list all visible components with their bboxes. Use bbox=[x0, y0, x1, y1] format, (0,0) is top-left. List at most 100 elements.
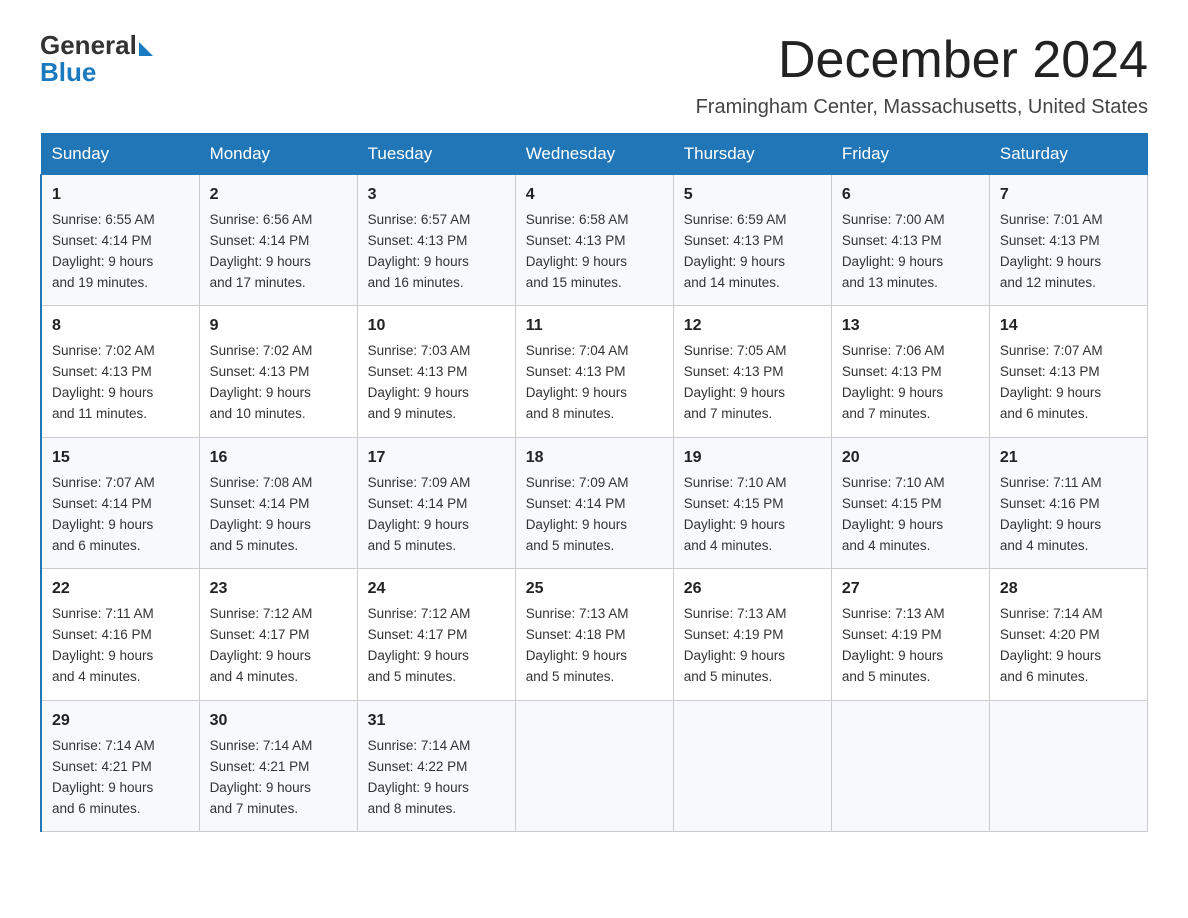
col-header-sunday: Sunday bbox=[41, 134, 199, 175]
day-info: Sunrise: 7:05 AM Sunset: 4:13 PM Dayligh… bbox=[684, 341, 821, 425]
calendar-cell bbox=[989, 700, 1147, 831]
col-header-tuesday: Tuesday bbox=[357, 134, 515, 175]
day-number: 23 bbox=[210, 577, 347, 602]
day-info: Sunrise: 7:03 AM Sunset: 4:13 PM Dayligh… bbox=[368, 341, 505, 425]
day-number: 12 bbox=[684, 314, 821, 339]
calendar-cell: 29Sunrise: 7:14 AM Sunset: 4:21 PM Dayli… bbox=[41, 700, 199, 831]
day-info: Sunrise: 7:07 AM Sunset: 4:14 PM Dayligh… bbox=[52, 473, 189, 557]
calendar-week-row: 8Sunrise: 7:02 AM Sunset: 4:13 PM Daylig… bbox=[41, 306, 1148, 437]
calendar-week-row: 29Sunrise: 7:14 AM Sunset: 4:21 PM Dayli… bbox=[41, 700, 1148, 831]
day-info: Sunrise: 7:13 AM Sunset: 4:19 PM Dayligh… bbox=[842, 604, 979, 688]
calendar-week-row: 22Sunrise: 7:11 AM Sunset: 4:16 PM Dayli… bbox=[41, 569, 1148, 700]
calendar-cell: 24Sunrise: 7:12 AM Sunset: 4:17 PM Dayli… bbox=[357, 569, 515, 700]
calendar-cell: 8Sunrise: 7:02 AM Sunset: 4:13 PM Daylig… bbox=[41, 306, 199, 437]
calendar-week-row: 1Sunrise: 6:55 AM Sunset: 4:14 PM Daylig… bbox=[41, 175, 1148, 306]
day-info: Sunrise: 6:58 AM Sunset: 4:13 PM Dayligh… bbox=[526, 210, 663, 294]
calendar-cell: 26Sunrise: 7:13 AM Sunset: 4:19 PM Dayli… bbox=[673, 569, 831, 700]
day-number: 2 bbox=[210, 183, 347, 208]
logo-triangle-icon bbox=[139, 42, 153, 56]
month-title: December 2024 bbox=[778, 30, 1148, 90]
calendar-cell: 18Sunrise: 7:09 AM Sunset: 4:14 PM Dayli… bbox=[515, 437, 673, 568]
day-number: 4 bbox=[526, 183, 663, 208]
day-info: Sunrise: 6:56 AM Sunset: 4:14 PM Dayligh… bbox=[210, 210, 347, 294]
calendar-cell: 30Sunrise: 7:14 AM Sunset: 4:21 PM Dayli… bbox=[199, 700, 357, 831]
day-info: Sunrise: 7:10 AM Sunset: 4:15 PM Dayligh… bbox=[684, 473, 821, 557]
day-info: Sunrise: 7:09 AM Sunset: 4:14 PM Dayligh… bbox=[526, 473, 663, 557]
logo: General Blue bbox=[40, 30, 153, 88]
day-number: 18 bbox=[526, 446, 663, 471]
day-info: Sunrise: 7:14 AM Sunset: 4:21 PM Dayligh… bbox=[210, 736, 347, 820]
day-number: 30 bbox=[210, 709, 347, 734]
day-info: Sunrise: 7:08 AM Sunset: 4:14 PM Dayligh… bbox=[210, 473, 347, 557]
calendar-cell: 2Sunrise: 6:56 AM Sunset: 4:14 PM Daylig… bbox=[199, 175, 357, 306]
day-info: Sunrise: 7:07 AM Sunset: 4:13 PM Dayligh… bbox=[1000, 341, 1137, 425]
calendar-cell: 25Sunrise: 7:13 AM Sunset: 4:18 PM Dayli… bbox=[515, 569, 673, 700]
day-info: Sunrise: 7:01 AM Sunset: 4:13 PM Dayligh… bbox=[1000, 210, 1137, 294]
day-info: Sunrise: 7:09 AM Sunset: 4:14 PM Dayligh… bbox=[368, 473, 505, 557]
day-info: Sunrise: 7:10 AM Sunset: 4:15 PM Dayligh… bbox=[842, 473, 979, 557]
location-subtitle: Framingham Center, Massachusetts, United… bbox=[40, 96, 1148, 119]
calendar-cell: 17Sunrise: 7:09 AM Sunset: 4:14 PM Dayli… bbox=[357, 437, 515, 568]
col-header-thursday: Thursday bbox=[673, 134, 831, 175]
calendar-cell: 10Sunrise: 7:03 AM Sunset: 4:13 PM Dayli… bbox=[357, 306, 515, 437]
calendar-cell: 7Sunrise: 7:01 AM Sunset: 4:13 PM Daylig… bbox=[989, 175, 1147, 306]
calendar-table: SundayMondayTuesdayWednesdayThursdayFrid… bbox=[40, 133, 1148, 832]
day-number: 6 bbox=[842, 183, 979, 208]
day-info: Sunrise: 7:11 AM Sunset: 4:16 PM Dayligh… bbox=[1000, 473, 1137, 557]
calendar-cell bbox=[673, 700, 831, 831]
calendar-cell: 22Sunrise: 7:11 AM Sunset: 4:16 PM Dayli… bbox=[41, 569, 199, 700]
day-info: Sunrise: 6:59 AM Sunset: 4:13 PM Dayligh… bbox=[684, 210, 821, 294]
day-info: Sunrise: 7:13 AM Sunset: 4:19 PM Dayligh… bbox=[684, 604, 821, 688]
day-number: 5 bbox=[684, 183, 821, 208]
day-info: Sunrise: 7:02 AM Sunset: 4:13 PM Dayligh… bbox=[210, 341, 347, 425]
day-info: Sunrise: 7:02 AM Sunset: 4:13 PM Dayligh… bbox=[52, 341, 189, 425]
day-number: 11 bbox=[526, 314, 663, 339]
day-number: 7 bbox=[1000, 183, 1137, 208]
calendar-cell: 19Sunrise: 7:10 AM Sunset: 4:15 PM Dayli… bbox=[673, 437, 831, 568]
col-header-friday: Friday bbox=[831, 134, 989, 175]
day-number: 28 bbox=[1000, 577, 1137, 602]
day-number: 27 bbox=[842, 577, 979, 602]
day-number: 17 bbox=[368, 446, 505, 471]
calendar-cell: 11Sunrise: 7:04 AM Sunset: 4:13 PM Dayli… bbox=[515, 306, 673, 437]
day-info: Sunrise: 7:06 AM Sunset: 4:13 PM Dayligh… bbox=[842, 341, 979, 425]
calendar-cell: 27Sunrise: 7:13 AM Sunset: 4:19 PM Dayli… bbox=[831, 569, 989, 700]
day-number: 13 bbox=[842, 314, 979, 339]
day-number: 14 bbox=[1000, 314, 1137, 339]
calendar-cell bbox=[515, 700, 673, 831]
day-number: 20 bbox=[842, 446, 979, 471]
calendar-cell: 3Sunrise: 6:57 AM Sunset: 4:13 PM Daylig… bbox=[357, 175, 515, 306]
calendar-cell: 28Sunrise: 7:14 AM Sunset: 4:20 PM Dayli… bbox=[989, 569, 1147, 700]
day-number: 1 bbox=[52, 183, 189, 208]
day-number: 29 bbox=[52, 709, 189, 734]
day-info: Sunrise: 7:14 AM Sunset: 4:20 PM Dayligh… bbox=[1000, 604, 1137, 688]
day-number: 22 bbox=[52, 577, 189, 602]
day-number: 26 bbox=[684, 577, 821, 602]
day-number: 10 bbox=[368, 314, 505, 339]
day-number: 9 bbox=[210, 314, 347, 339]
day-info: Sunrise: 7:11 AM Sunset: 4:16 PM Dayligh… bbox=[52, 604, 189, 688]
day-info: Sunrise: 7:14 AM Sunset: 4:21 PM Dayligh… bbox=[52, 736, 189, 820]
day-info: Sunrise: 6:57 AM Sunset: 4:13 PM Dayligh… bbox=[368, 210, 505, 294]
day-info: Sunrise: 7:13 AM Sunset: 4:18 PM Dayligh… bbox=[526, 604, 663, 688]
calendar-cell: 20Sunrise: 7:10 AM Sunset: 4:15 PM Dayli… bbox=[831, 437, 989, 568]
day-number: 21 bbox=[1000, 446, 1137, 471]
day-number: 8 bbox=[52, 314, 189, 339]
day-info: Sunrise: 7:12 AM Sunset: 4:17 PM Dayligh… bbox=[210, 604, 347, 688]
day-number: 24 bbox=[368, 577, 505, 602]
calendar-week-row: 15Sunrise: 7:07 AM Sunset: 4:14 PM Dayli… bbox=[41, 437, 1148, 568]
day-number: 31 bbox=[368, 709, 505, 734]
col-header-monday: Monday bbox=[199, 134, 357, 175]
day-info: Sunrise: 7:12 AM Sunset: 4:17 PM Dayligh… bbox=[368, 604, 505, 688]
day-info: Sunrise: 7:14 AM Sunset: 4:22 PM Dayligh… bbox=[368, 736, 505, 820]
calendar-cell bbox=[831, 700, 989, 831]
calendar-cell: 23Sunrise: 7:12 AM Sunset: 4:17 PM Dayli… bbox=[199, 569, 357, 700]
calendar-cell: 5Sunrise: 6:59 AM Sunset: 4:13 PM Daylig… bbox=[673, 175, 831, 306]
day-number: 16 bbox=[210, 446, 347, 471]
calendar-cell: 31Sunrise: 7:14 AM Sunset: 4:22 PM Dayli… bbox=[357, 700, 515, 831]
day-number: 19 bbox=[684, 446, 821, 471]
calendar-cell: 13Sunrise: 7:06 AM Sunset: 4:13 PM Dayli… bbox=[831, 306, 989, 437]
header: General Blue December 2024 bbox=[40, 30, 1148, 90]
day-info: Sunrise: 7:04 AM Sunset: 4:13 PM Dayligh… bbox=[526, 341, 663, 425]
calendar-cell: 6Sunrise: 7:00 AM Sunset: 4:13 PM Daylig… bbox=[831, 175, 989, 306]
